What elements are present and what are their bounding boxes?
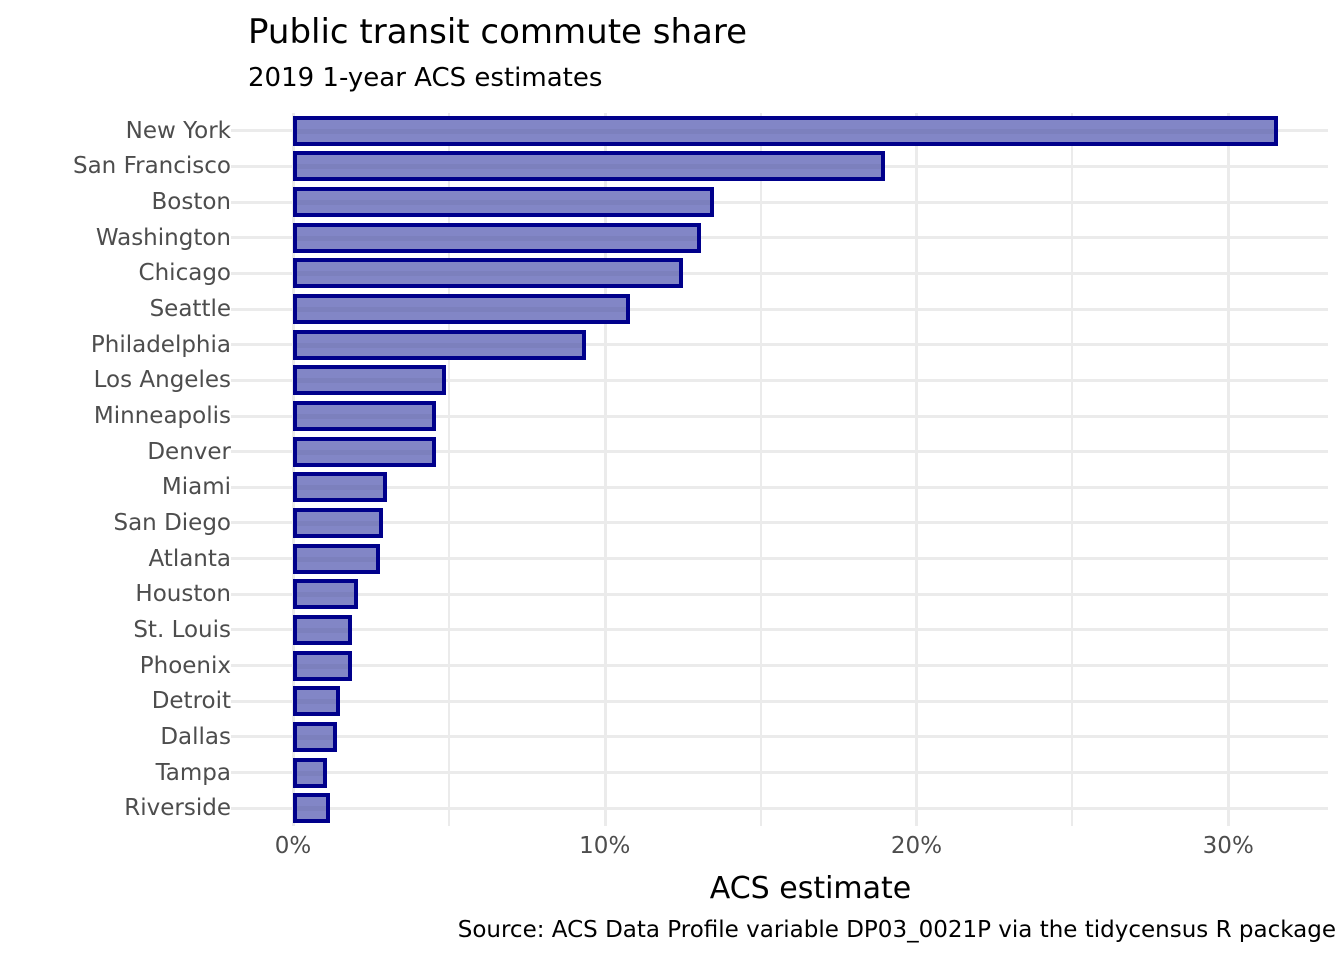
x-axis-tick-label: 0% [274, 833, 312, 859]
y-axis-label-houston: Houston [135, 581, 231, 608]
bar [293, 614, 353, 645]
y-axis-label-new-york: New York [125, 117, 231, 144]
y-axis-label-detroit: Detroit [151, 688, 231, 715]
bar [293, 686, 340, 717]
y-axis-label-riverside: Riverside [124, 795, 231, 822]
y-axis-label-seattle: Seattle [149, 296, 231, 323]
x-gridline-major [603, 113, 607, 826]
y-axis-label-chicago: Chicago [138, 260, 231, 287]
y-axis-label-miami: Miami [161, 474, 231, 501]
y-gridline [231, 735, 1328, 739]
y-gridline [231, 485, 1328, 489]
x-gridline-minor [1071, 113, 1074, 826]
x-gridline-minor [759, 113, 762, 826]
bar [293, 187, 714, 218]
y-gridline [231, 771, 1328, 775]
bar [293, 401, 437, 432]
bar [293, 365, 446, 396]
y-axis-label-boston: Boston [151, 189, 231, 216]
y-gridline [231, 628, 1328, 632]
bar [293, 507, 384, 538]
chart-subtitle: 2019 1-year ACS estimates [248, 63, 603, 93]
y-axis-label-phoenix: Phoenix [139, 652, 231, 679]
y-gridline [231, 806, 1328, 810]
bar [293, 650, 353, 681]
plot-panel [231, 113, 1328, 826]
y-axis-label-minneapolis: Minneapolis [93, 403, 231, 430]
bar-chart: Public transit commute share 2019 1-year… [0, 0, 1344, 960]
y-axis-label-st-louis: St. Louis [133, 616, 231, 643]
y-axis-label-dallas: Dallas [160, 723, 231, 750]
bar [293, 329, 587, 360]
x-axis-title: ACS estimate [709, 871, 912, 906]
x-axis-tick-label: 30% [1202, 833, 1254, 859]
y-axis-label-atlanta: Atlanta [148, 545, 231, 572]
y-axis-label-san-diego: San Diego [113, 509, 231, 536]
y-axis-label-san-francisco: San Francisco [72, 153, 231, 180]
y-axis-label-los-angeles: Los Angeles [93, 367, 231, 394]
chart-caption: Source: ACS Data Profile variable DP03_0… [457, 917, 1336, 943]
bar [293, 222, 702, 253]
y-axis-label-denver: Denver [147, 438, 231, 465]
bar [293, 543, 381, 574]
bar [293, 115, 1279, 146]
chart-title: Public transit commute share [248, 12, 748, 52]
y-gridline [231, 699, 1328, 703]
y-gridline [231, 664, 1328, 668]
y-gridline [231, 521, 1328, 525]
y-axis-labels: New York San Francisco Boston Washington Chi… [0, 113, 231, 826]
y-gridline [231, 557, 1328, 561]
x-gridline-minor [447, 113, 450, 826]
x-axis-tick-label: 20% [890, 833, 943, 859]
y-gridline [231, 592, 1328, 596]
bar [293, 793, 331, 824]
x-gridline-major [1227, 113, 1231, 826]
x-gridline-major [292, 113, 295, 826]
bar [293, 472, 387, 503]
x-axis-tick-label: 10% [579, 833, 631, 859]
bar [293, 721, 337, 752]
bar [293, 294, 630, 325]
x-gridline-major [915, 113, 919, 826]
bar [293, 258, 683, 289]
bar [293, 436, 437, 467]
bar [293, 757, 328, 788]
y-axis-label-tampa: Tampa [155, 759, 231, 786]
y-axis-label-washington: Washington [95, 224, 231, 251]
bar [293, 151, 886, 182]
bar [293, 579, 359, 610]
y-axis-label-philadelphia: Philadelphia [90, 331, 231, 358]
x-axis-tick-labels: 0% 10% 20% 30% [275, 832, 1328, 868]
